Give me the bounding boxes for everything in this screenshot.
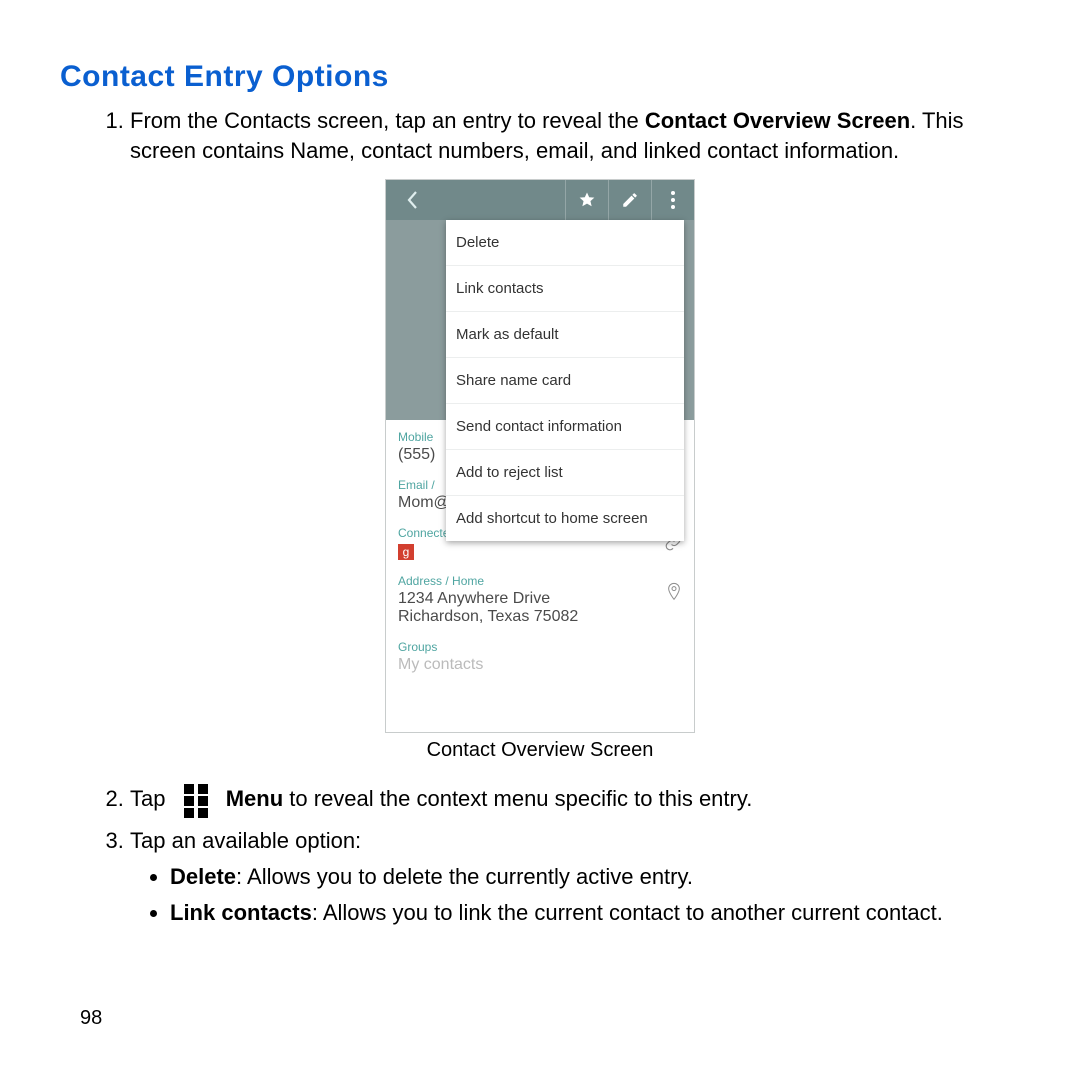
menu-add-shortcut[interactable]: Add shortcut to home screen [446, 496, 684, 541]
address-field[interactable]: Address / Home 1234 Anywhere Drive Richa… [398, 574, 682, 626]
action-bar [386, 180, 694, 220]
section-heading: Contact Entry Options [60, 60, 1020, 94]
menu-share-name-card[interactable]: Share name card [446, 358, 684, 404]
more-vert-icon [670, 190, 676, 210]
address-line1: 1234 Anywhere Drive [398, 590, 682, 608]
step-3: Tap an available option: Delete: Allows … [130, 826, 1020, 927]
groups-value: My contacts [398, 656, 682, 674]
step-2: Tap Menu to reveal the context menu spec… [130, 780, 1020, 820]
groups-label: Groups [398, 640, 682, 654]
menu-mark-as-default[interactable]: Mark as default [446, 312, 684, 358]
bullet-link-rest: : Allows you to link the current contact… [312, 900, 943, 925]
star-icon [578, 191, 596, 209]
menu-delete[interactable]: Delete [446, 220, 684, 266]
back-button[interactable] [386, 180, 438, 220]
menu-send-contact-info[interactable]: Send contact information [446, 404, 684, 450]
page-number: 98 [80, 1007, 102, 1030]
step2-post: to reveal the context menu specific to t… [283, 786, 752, 811]
phone-screenshot: Mobile (555) Email / Mom@gmail.com @ Con… [385, 179, 695, 733]
bullet-link-bold: Link contacts [170, 900, 312, 925]
screenshot-caption: Contact Overview Screen [60, 739, 1020, 762]
address-line2: Richardson, Texas 75082 [398, 608, 682, 626]
step2-pre: Tap [130, 786, 172, 811]
bullet-delete-rest: : Allows you to delete the currently act… [236, 864, 693, 889]
chevron-left-icon [406, 190, 418, 210]
step-1: From the Contacts screen, tap an entry t… [130, 106, 1020, 165]
step3-text: Tap an available option: [130, 828, 361, 853]
google-badge-icon: g [398, 544, 414, 560]
bullet-delete: Delete: Allows you to delete the current… [170, 862, 1020, 892]
overflow-menu-button[interactable] [651, 180, 694, 220]
step1-bold: Contact Overview Screen [645, 108, 910, 133]
menu-add-to-reject-list[interactable]: Add to reject list [446, 450, 684, 496]
favorite-button[interactable] [565, 180, 608, 220]
bullet-link-contacts: Link contacts: Allows you to link the cu… [170, 898, 1020, 928]
address-label: Address / Home [398, 574, 682, 588]
overflow-menu: Delete Link contacts Mark as default Sha… [446, 220, 684, 541]
step1-pre: From the Contacts screen, tap an entry t… [130, 108, 645, 133]
groups-field[interactable]: Groups My contacts [398, 640, 682, 674]
map-pin-icon [666, 582, 682, 605]
menu-link-contacts[interactable]: Link contacts [446, 266, 684, 312]
menu-icon [176, 780, 216, 820]
step2-bold: Menu [226, 786, 283, 811]
pencil-icon [621, 191, 639, 209]
bullet-delete-bold: Delete [170, 864, 236, 889]
edit-button[interactable] [608, 180, 651, 220]
